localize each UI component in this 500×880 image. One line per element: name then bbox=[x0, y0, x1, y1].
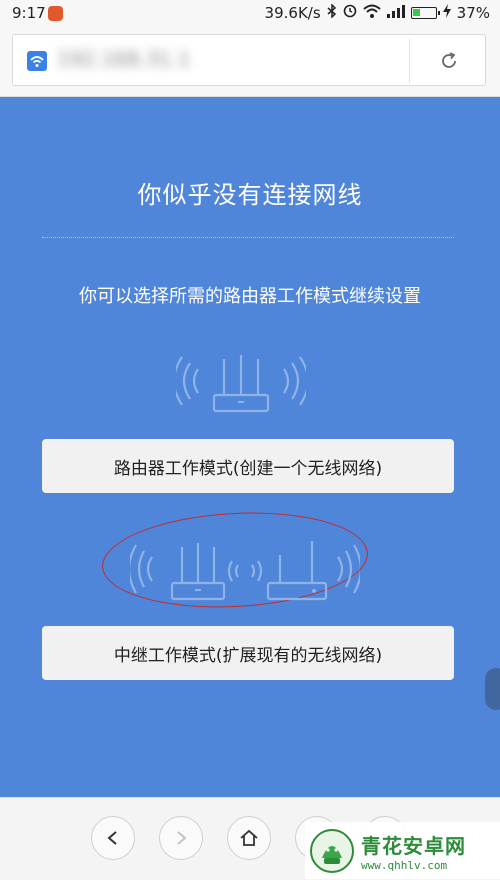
wifi-site-icon bbox=[27, 51, 47, 71]
floating-side-handle[interactable] bbox=[485, 668, 500, 710]
address-bar[interactable]: 192.168.31.1 bbox=[12, 34, 486, 86]
reload-icon[interactable] bbox=[437, 49, 461, 73]
browser-toolbar: 192.168.31.1 bbox=[0, 26, 500, 97]
relay-illustration bbox=[130, 541, 360, 601]
page-subtitle: 你可以选择所需的路由器工作模式继续设置 bbox=[79, 286, 421, 307]
battery-fill bbox=[412, 9, 420, 16]
page-title: 你似乎没有连接网线 bbox=[137, 181, 363, 209]
bluetooth-icon bbox=[327, 3, 337, 22]
battery-percent: 37% bbox=[456, 4, 490, 22]
battery-icon bbox=[410, 7, 440, 19]
signal-icon bbox=[386, 4, 405, 22]
divider bbox=[42, 237, 454, 238]
wifi-icon bbox=[362, 4, 381, 22]
watermark-url: www.qhhlv.com bbox=[361, 858, 448, 872]
home-icon[interactable] bbox=[227, 816, 271, 860]
status-right-group: 39.6K/s 37% bbox=[264, 3, 490, 22]
relay-mode-button[interactable]: 中继工作模式(扩展现有的无线网络) bbox=[42, 626, 454, 680]
router-mode-button[interactable]: 路由器工作模式(创建一个无线网络) bbox=[42, 439, 454, 493]
network-speed: 39.6K/s bbox=[264, 4, 321, 22]
url-text[interactable]: 192.168.31.1 bbox=[57, 47, 191, 71]
watermark: 青花安卓网 www.qhhlv.com bbox=[305, 822, 500, 879]
status-time: 9:17 bbox=[12, 4, 46, 22]
router-illustration bbox=[176, 355, 306, 413]
alarm-icon bbox=[343, 4, 357, 22]
charging-icon bbox=[442, 4, 451, 22]
back-icon[interactable] bbox=[91, 816, 135, 860]
status-bar: 9:17 39.6K/s 37% bbox=[0, 0, 500, 26]
notification-icon bbox=[48, 6, 63, 21]
forward-icon[interactable] bbox=[159, 816, 203, 860]
watermark-logo-icon bbox=[310, 828, 354, 873]
watermark-name: 青花安卓网 bbox=[361, 833, 466, 858]
page-content: 你似乎没有连接网线 你可以选择所需的路由器工作模式继续设置 路由器工作模式(创建… bbox=[0, 97, 500, 797]
address-divider bbox=[409, 39, 410, 83]
